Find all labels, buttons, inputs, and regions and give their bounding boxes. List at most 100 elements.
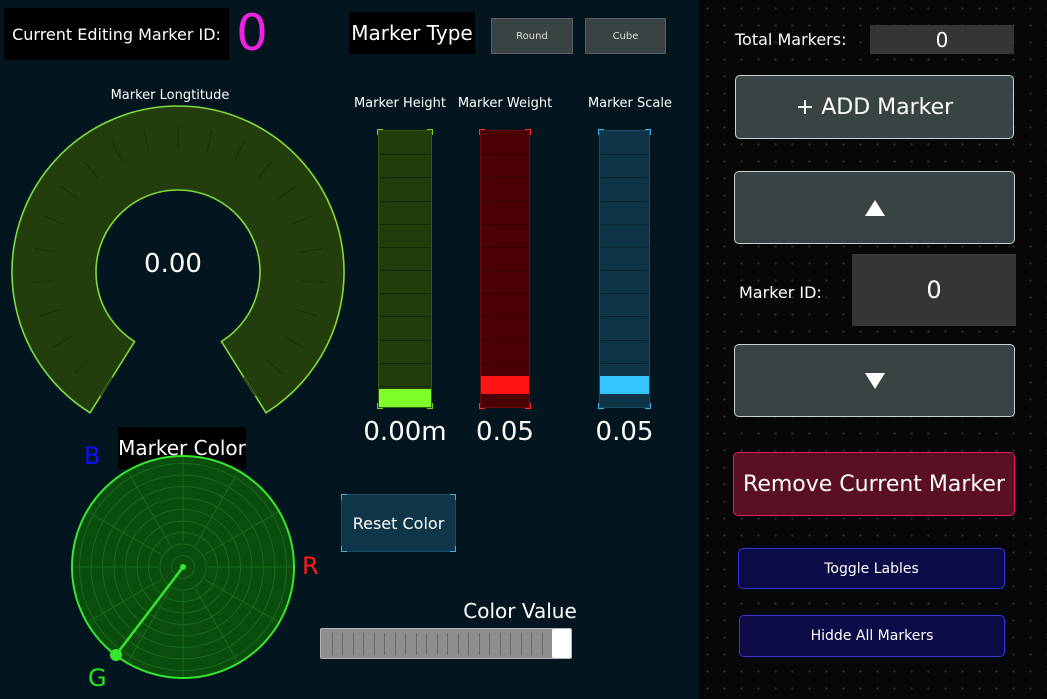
current-editing-id: 0 [236, 4, 268, 62]
reset-color-button[interactable]: Reset Color [341, 494, 456, 552]
slider-tick [379, 362, 431, 364]
slider-tick [600, 200, 649, 202]
slider-value: 0.05 [595, 417, 654, 447]
current-editing-label: Current Editing Marker ID: [4, 8, 229, 60]
corner-mark [525, 129, 531, 135]
color-value-slider[interactable] [320, 628, 572, 659]
corner-mark [525, 403, 531, 409]
slider-tick [481, 362, 529, 364]
color-value-handle[interactable] [552, 629, 571, 658]
triangle-up-icon [864, 199, 885, 216]
slider-tick [481, 270, 529, 271]
slider-tick [379, 177, 431, 179]
corner-mark [427, 129, 433, 135]
corner-mark [479, 403, 485, 409]
corner-mark [377, 129, 383, 135]
slider-handle[interactable] [379, 389, 431, 407]
slider-tick [481, 246, 529, 248]
color-value-tick [363, 633, 364, 655]
slider-tick [600, 223, 649, 225]
side-panel: Total Markers: 0 + ADD Marker Marker ID:… [699, 0, 1047, 699]
color-value-tick [447, 633, 448, 655]
color-value-tick [510, 633, 511, 655]
corner-mark [341, 494, 347, 500]
slider-tick [481, 293, 529, 295]
color-wheel-handle[interactable] [110, 649, 122, 661]
slider-tick [600, 316, 649, 318]
marker-id-up-button[interactable] [734, 171, 1015, 244]
slider-value: 0.05 [476, 417, 534, 447]
color-value-tick [468, 633, 469, 655]
slider-tick [379, 154, 431, 156]
color-value-tick [352, 633, 354, 655]
slider-tick [481, 200, 529, 202]
slider-tick [481, 177, 529, 179]
color-value-tick [405, 633, 406, 655]
slider-tick [379, 270, 431, 271]
color-value-tick [394, 633, 396, 655]
remove-marker-label: Remove Current Marker [743, 471, 1005, 497]
reset-color-label: Reset Color [352, 513, 445, 533]
color-value-label: Color Value [463, 599, 577, 623]
color-value-tick [436, 633, 438, 655]
slider-label: Marker Height [353, 95, 447, 111]
cube-type-button[interactable]: Cube [585, 18, 666, 54]
color-value-tick [457, 633, 459, 655]
slider-tick [379, 316, 431, 318]
marker-id-value: 0 [926, 276, 942, 304]
slider-label: Marker Weight [457, 95, 553, 111]
color-value-tick [531, 633, 532, 655]
slider-tick [379, 293, 431, 295]
color-value-tick [373, 633, 375, 655]
corner-mark [645, 403, 651, 409]
slider-tick [379, 385, 431, 387]
round-type-button[interactable]: Round [491, 18, 573, 54]
marker-id-label: Marker ID: [739, 282, 822, 302]
slider-tick [379, 223, 431, 225]
corner-mark [598, 403, 604, 409]
slider-handle[interactable] [600, 376, 649, 395]
color-value-tick [426, 633, 427, 655]
slider-tick [481, 339, 529, 341]
toggle-labels-button[interactable]: Toggle Lables [738, 548, 1005, 589]
total-markers-label: Total Markers: [735, 29, 847, 49]
slider-handle[interactable] [481, 376, 529, 395]
slider-track[interactable] [479, 129, 531, 409]
slider-value: 0.00m [363, 417, 447, 447]
corner-mark [341, 546, 347, 552]
slider-track[interactable] [598, 129, 651, 409]
marker-type-label: Marker Type [349, 12, 475, 54]
hide-all-markers-button[interactable]: Hidde All Markers [739, 615, 1005, 657]
marker-id-down-button[interactable] [734, 344, 1015, 417]
main-panel: Current Editing Marker ID: 0 Marker Type… [0, 0, 699, 699]
color-value-tick [489, 633, 490, 655]
corner-mark [450, 546, 456, 552]
slider-tick [379, 200, 431, 202]
add-marker-button[interactable]: + ADD Marker [735, 75, 1014, 139]
add-marker-label: + ADD Marker [795, 94, 954, 120]
slider-tick [379, 339, 431, 341]
corner-mark [645, 129, 651, 135]
color-value-tick [499, 633, 501, 655]
color-value-tick [478, 633, 480, 655]
slider-tick [481, 154, 529, 156]
slider-tick [600, 270, 649, 271]
remove-marker-button[interactable]: Remove Current Marker [733, 452, 1015, 516]
color-value-tick [331, 633, 333, 655]
slider-tick [379, 246, 431, 248]
color-value-tick [384, 633, 385, 655]
color-value-tick [520, 633, 522, 655]
color-wheel[interactable] [60, 455, 310, 685]
toggle-labels-label: Toggle Lables [824, 560, 919, 577]
corner-mark [450, 494, 456, 500]
color-value-ticks [321, 629, 571, 658]
slider-tick [481, 316, 529, 318]
color-value-tick [541, 633, 543, 655]
slider-track[interactable] [377, 129, 433, 409]
slider-tick [600, 293, 649, 295]
marker-id-input[interactable]: 0 [852, 254, 1016, 326]
slider-tick [600, 246, 649, 248]
color-value-tick [342, 633, 343, 655]
slider-label: Marker Scale [587, 95, 673, 111]
total-markers-value: 0 [870, 25, 1014, 54]
